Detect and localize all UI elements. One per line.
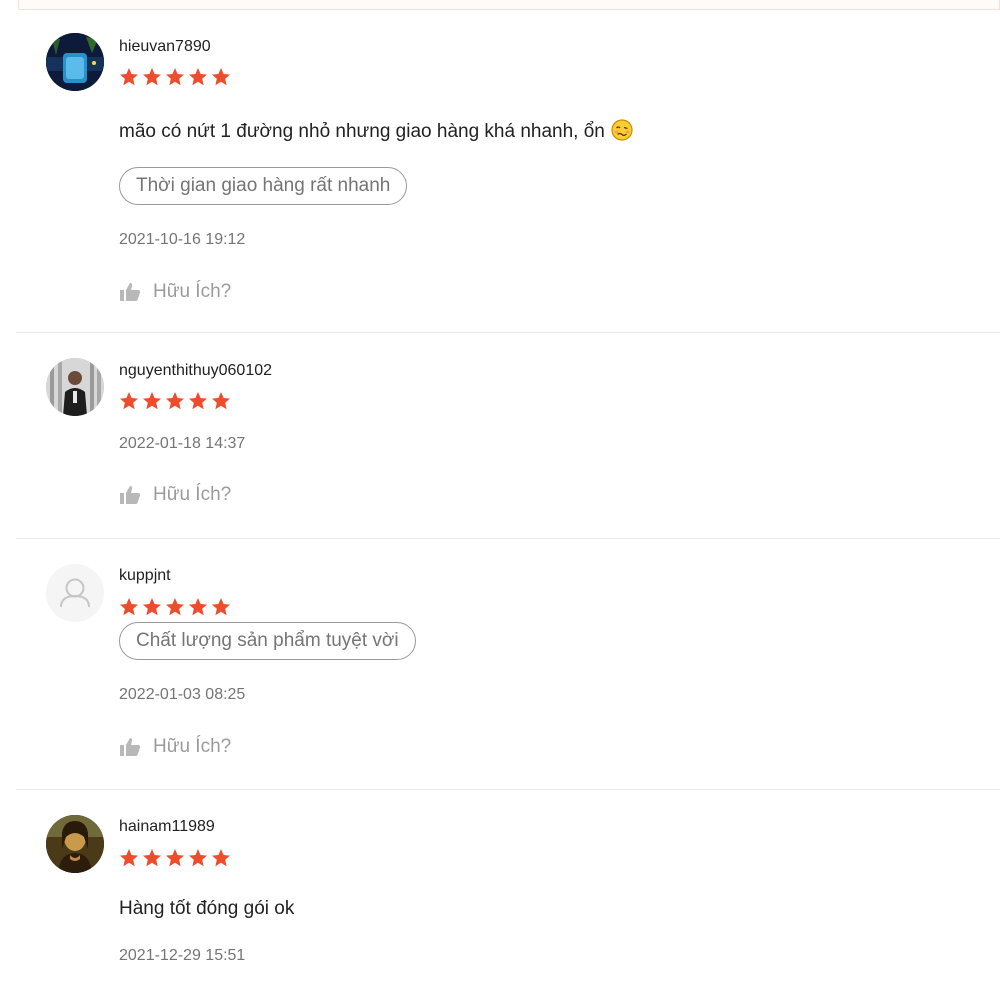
avatar[interactable] <box>46 33 104 91</box>
star-rating <box>119 597 231 617</box>
star-rating <box>119 848 231 868</box>
username[interactable]: kuppjnt <box>119 567 171 585</box>
star-icon <box>189 392 207 410</box>
avatar[interactable] <box>46 564 104 622</box>
star-icon <box>212 68 230 86</box>
review-tag: Chất lượng sản phẩm tuyệt vời <box>119 622 416 660</box>
helpful-button[interactable]: Hữu Ích? <box>119 735 231 759</box>
star-icon <box>143 68 161 86</box>
star-icon <box>189 68 207 86</box>
star-rating <box>119 67 231 87</box>
star-icon <box>120 849 138 867</box>
star-icon <box>120 392 138 410</box>
review-item: kuppjnt Chất lượng sản phẩm tuyệt vời 20… <box>16 539 1000 790</box>
avatar[interactable] <box>46 815 104 873</box>
star-rating <box>119 391 231 411</box>
star-icon <box>189 849 207 867</box>
user-outline-icon <box>46 564 104 622</box>
review-item: nguyenthithuy060102 2022-01-18 14:37 Hữu… <box>16 333 1000 539</box>
star-icon <box>143 598 161 616</box>
thumbs-up-icon <box>120 283 141 301</box>
username[interactable]: hieuvan7890 <box>119 38 211 56</box>
star-icon <box>212 598 230 616</box>
review-comment: mão có nứt 1 đường nhỏ nhưng giao hàng k… <box>119 119 633 143</box>
review-timestamp: 2021-10-16 19:12 <box>119 231 246 248</box>
woozy-face-emoji <box>611 119 633 141</box>
thumbs-up-icon <box>120 486 141 504</box>
star-icon <box>212 849 230 867</box>
helpful-label: Hữu Ích? <box>153 484 232 505</box>
review-item: hainam11989 Hàng tốt đóng gói ok 2021-12… <box>16 790 1000 1000</box>
review-item: hieuvan7890 mão có nứt 1 đường nhỏ nhưng… <box>16 0 1000 333</box>
star-icon <box>143 849 161 867</box>
star-icon <box>166 68 184 86</box>
review-comment: Hàng tốt đóng gói ok <box>119 898 295 919</box>
comment-text: mão có nứt 1 đường nhỏ nhưng giao hàng k… <box>119 121 605 142</box>
star-icon <box>120 68 138 86</box>
helpful-label: Hữu Ích? <box>153 736 232 757</box>
star-icon <box>143 392 161 410</box>
review-tag: Thời gian giao hàng rất nhanh <box>119 167 408 205</box>
review-timestamp: 2022-01-03 08:25 <box>119 686 246 703</box>
star-icon <box>212 392 230 410</box>
helpful-label: Hữu Ích? <box>153 281 232 302</box>
helpful-button[interactable]: Hữu Ích? <box>119 280 231 304</box>
thumbs-up-icon <box>120 738 141 756</box>
star-icon <box>120 598 138 616</box>
helpful-button[interactable]: Hữu Ích? <box>119 483 231 507</box>
avatar[interactable] <box>46 358 104 416</box>
star-icon <box>189 598 207 616</box>
username[interactable]: nguyenthithuy060102 <box>119 362 272 380</box>
star-icon <box>166 598 184 616</box>
review-timestamp: 2021-12-29 15:51 <box>119 947 246 964</box>
review-timestamp: 2022-01-18 14:37 <box>119 435 246 452</box>
star-icon <box>166 392 184 410</box>
star-icon <box>166 849 184 867</box>
username[interactable]: hainam11989 <box>119 818 215 836</box>
